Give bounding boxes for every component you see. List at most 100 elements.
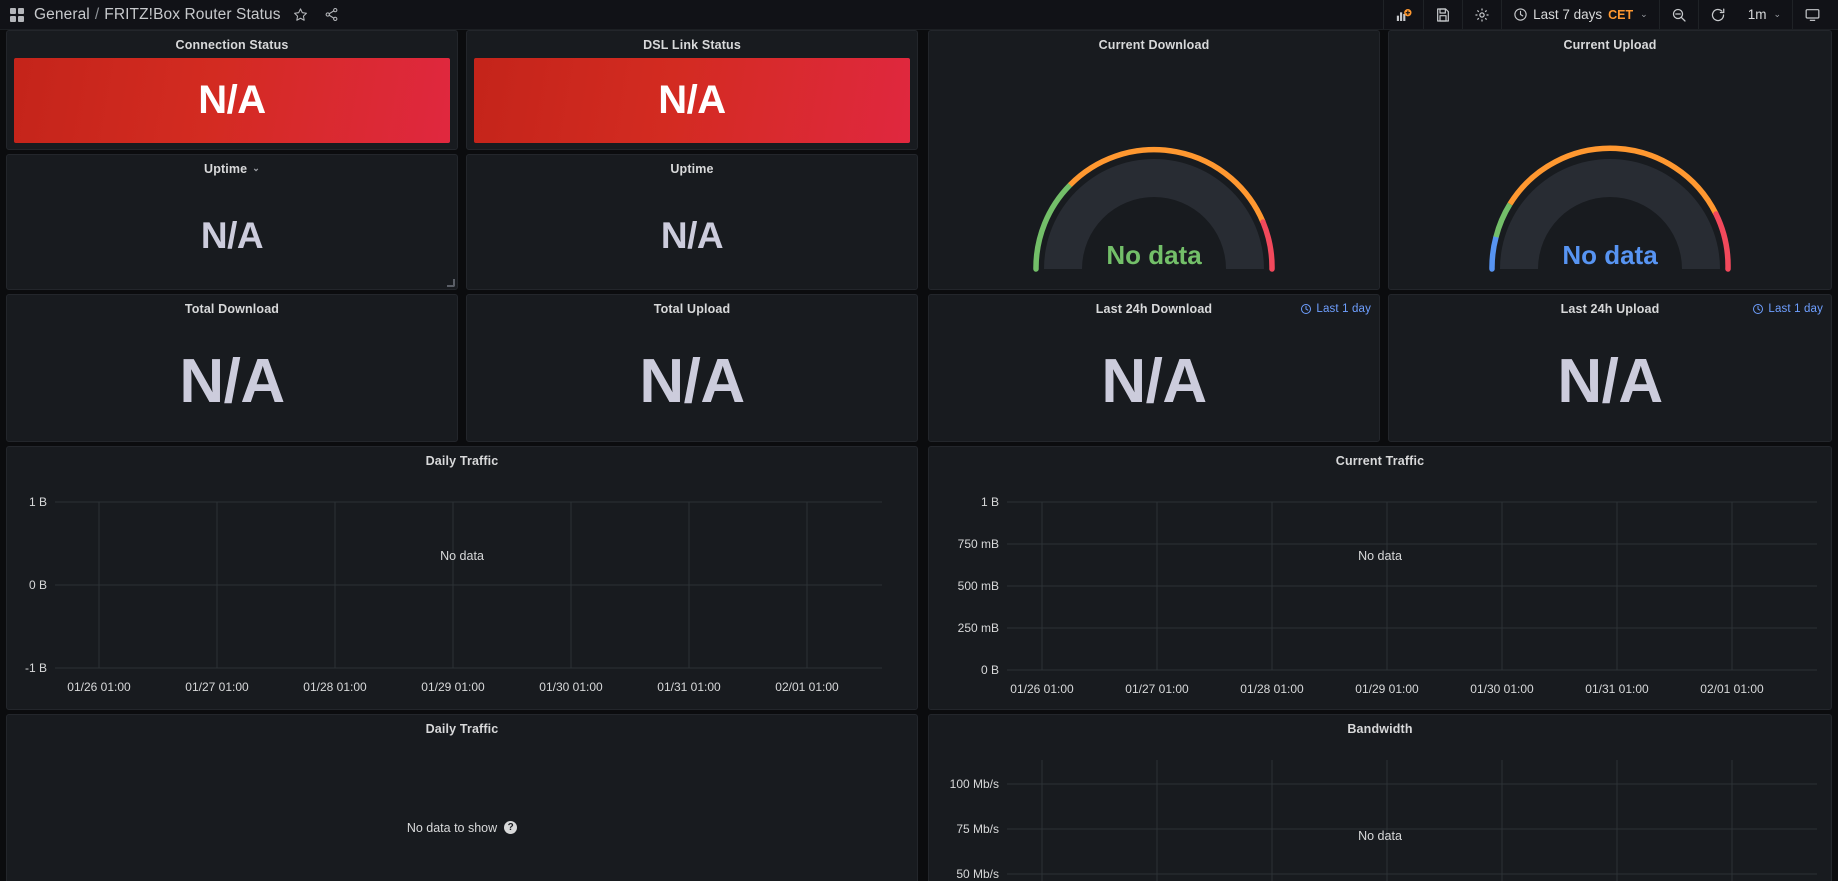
time-override-badge: Last 1 day [1752, 303, 1823, 315]
panel-current-download[interactable]: Current Download No data [928, 30, 1380, 290]
page-title[interactable]: FRITZ!Box Router Status [104, 6, 280, 24]
stat-value: N/A [1101, 347, 1207, 416]
svg-text:01/30 01:00: 01/30 01:00 [1470, 682, 1534, 696]
panel-title: Daily Traffic [425, 721, 499, 736]
status-badge-connection: N/A [14, 58, 450, 143]
chevron-down-icon: ⌄ [1773, 9, 1781, 19]
top-navigation-bar: General / FRITZ!Box Router Status Last 7… [0, 0, 1838, 30]
panel-title: Last 24h Download [1095, 301, 1213, 316]
panel-daily-traffic-top[interactable]: Daily Traffic 1 B 0 B -1 B 01/26 01:00 0… [6, 446, 918, 710]
time-override-label: Last 1 day [1768, 302, 1823, 315]
svg-text:01/31 01:00: 01/31 01:00 [657, 680, 721, 694]
status-badge-dsl: N/A [474, 58, 910, 143]
chevron-down-icon: ⌄ [1640, 9, 1648, 19]
panel-title: Current Upload [1563, 37, 1657, 52]
timeseries-current-traffic[interactable]: 1 B 750 mB 500 mB 250 mB 0 B 01/26 01:00… [929, 474, 1831, 709]
chart-nodata-label: No data to show [406, 820, 498, 835]
panel-body: 100 Mb/s 75 Mb/s 50 Mb/s No data [929, 742, 1831, 881]
svg-text:0 B: 0 B [29, 578, 47, 592]
panel-current-traffic[interactable]: Current Traffic 1 B 750 mB 500 mB 250 mB… [928, 446, 1832, 710]
panel-title[interactable]: Uptime ⌄ [204, 162, 260, 176]
time-range-picker[interactable]: Last 7 days CET ⌄ [1501, 0, 1659, 29]
panel-daily-traffic-bottom[interactable]: Daily Traffic No data to show ? [6, 714, 918, 881]
chart-svg: 1 B 750 mB 500 mB 250 mB 0 B 01/26 01:00… [958, 495, 1817, 696]
chart-svg: 100 Mb/s 75 Mb/s 50 Mb/s [950, 760, 1817, 881]
panel-dsl-link-status[interactable]: DSL Link Status N/A [466, 30, 918, 150]
panel-current-upload[interactable]: Current Upload No data [1388, 30, 1832, 290]
stat-display: N/A [7, 182, 457, 289]
panel-resize-handle[interactable] [447, 279, 455, 287]
panel-total-upload[interactable]: Total Upload N/A [466, 294, 918, 442]
panel-total-download[interactable]: Total Download N/A [6, 294, 458, 442]
stat-value: N/A [658, 78, 726, 122]
gauge-current-upload: No data [1389, 58, 1831, 289]
breadcrumb: General / FRITZ!Box Router Status [34, 6, 281, 24]
svg-text:1 B: 1 B [29, 495, 47, 509]
help-icon[interactable]: ? [504, 821, 518, 834]
chevron-down-icon[interactable]: ⌄ [252, 163, 260, 174]
timeseries-bandwidth[interactable]: 100 Mb/s 75 Mb/s 50 Mb/s No data [929, 742, 1831, 881]
gauge-value-text: No data [1106, 240, 1202, 270]
panel-last24h-download[interactable]: Last 24h Download Last 1 day N/A [928, 294, 1380, 442]
refresh-dashboard-button[interactable] [1697, 0, 1737, 29]
panel-bandwidth[interactable]: Bandwidth 100 Mb/s 75 Mb/s 50 Mb/s No da… [928, 714, 1832, 881]
dashboard-settings-button[interactable] [1462, 0, 1501, 29]
panel-last24h-upload[interactable]: Last 24h Upload Last 1 day N/A [1388, 294, 1832, 442]
panel-connection-status[interactable]: Connection Status N/A [6, 30, 458, 150]
add-panel-button[interactable] [1383, 0, 1423, 29]
panel-title: Current Download [1098, 37, 1210, 52]
gauge-current-download: No data [929, 58, 1379, 289]
svg-text:01/27 01:00: 01/27 01:00 [1125, 682, 1189, 696]
panel-body: N/A [467, 182, 917, 289]
svg-text:01/30 01:00: 01/30 01:00 [539, 680, 603, 694]
panel-header: Daily Traffic [7, 715, 917, 742]
stat-display: N/A [929, 322, 1379, 441]
time-range-label: Last 7 days [1533, 7, 1603, 22]
svg-text:-1 B: -1 B [25, 661, 47, 675]
panel-header: Current Download [929, 31, 1379, 58]
share-icon[interactable] [321, 4, 343, 26]
svg-text:01/29 01:00: 01/29 01:00 [1355, 682, 1419, 696]
panel-header: Uptime ⌄ [7, 155, 457, 182]
panel-header: Total Upload [467, 295, 917, 322]
time-override-label: Last 1 day [1316, 302, 1371, 315]
panel-body: No data to show ? [7, 742, 917, 881]
panel-body: N/A [1389, 322, 1831, 441]
stat-display: N/A [7, 322, 457, 441]
svg-text:750 mB: 750 mB [958, 537, 999, 551]
panel-header: Bandwidth [929, 715, 1831, 742]
panel-header: Daily Traffic [7, 447, 917, 474]
svg-text:250 mB: 250 mB [958, 621, 999, 635]
zoom-out-time-button[interactable] [1658, 0, 1698, 29]
breadcrumb-folder[interactable]: General [34, 6, 90, 24]
panel-uptime-right[interactable]: Uptime N/A [466, 154, 918, 290]
panel-header: Last 24h Download Last 1 day [929, 295, 1379, 322]
refresh-interval-picker[interactable]: 1m ⌄ [1737, 0, 1792, 29]
panel-title: Daily Traffic [425, 453, 499, 468]
svg-text:01/28 01:00: 01/28 01:00 [303, 680, 367, 694]
panel-title: DSL Link Status [643, 37, 741, 52]
svg-text:01/26 01:00: 01/26 01:00 [67, 680, 131, 694]
star-icon[interactable] [290, 4, 312, 26]
save-dashboard-button[interactable] [1423, 0, 1462, 29]
panel-title: Last 24h Upload [1560, 301, 1660, 316]
svg-text:01/27 01:00: 01/27 01:00 [185, 680, 249, 694]
dashboards-grid-icon[interactable] [10, 7, 25, 22]
panel-body: 1 B 0 B -1 B 01/26 01:00 01/27 01:00 01/… [7, 474, 917, 709]
panel-body: N/A [467, 58, 917, 149]
panel-body: 1 B 750 mB 500 mB 250 mB 0 B 01/26 01:00… [929, 474, 1831, 709]
svg-text:75 Mb/s: 75 Mb/s [956, 822, 999, 836]
stat-value: N/A [660, 214, 724, 256]
panel-title: Uptime [670, 161, 714, 176]
timeseries-daily-traffic[interactable]: 1 B 0 B -1 B 01/26 01:00 01/27 01:00 01/… [7, 474, 917, 709]
panel-uptime-left[interactable]: Uptime ⌄ N/A [6, 154, 458, 290]
svg-text:0 B: 0 B [981, 663, 999, 677]
svg-text:500 mB: 500 mB [958, 579, 999, 593]
panel-body: N/A [467, 322, 917, 441]
kiosk-mode-button[interactable] [1792, 0, 1832, 29]
panel-body: N/A [7, 58, 457, 149]
breadcrumb-separator: / [94, 5, 100, 23]
svg-text:01/26 01:00: 01/26 01:00 [1010, 682, 1074, 696]
stat-value: N/A [179, 347, 285, 416]
panel-title: Total Download [184, 301, 280, 316]
